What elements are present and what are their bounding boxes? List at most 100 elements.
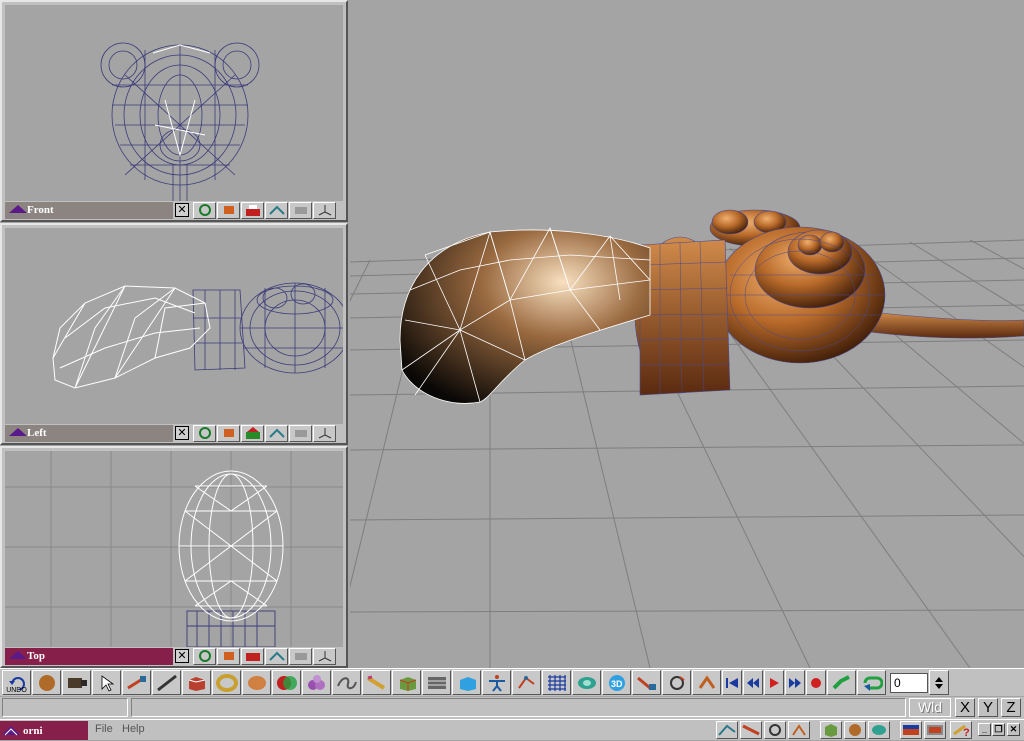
left-viewport-pane: Left ✕ [0, 223, 348, 445]
status-field-main [131, 698, 906, 717]
viewport-logo-icon [9, 428, 27, 436]
blob-icon[interactable] [302, 670, 331, 695]
render-icon[interactable] [572, 670, 601, 695]
taskbar-tool-3-icon[interactable] [764, 721, 786, 739]
taskbar-cube-icon[interactable] [820, 721, 842, 739]
top-wireframe [5, 451, 343, 647]
view-home-icon[interactable] [241, 424, 264, 442]
close-button[interactable]: ✕ [1007, 723, 1020, 736]
bone-icon[interactable] [512, 670, 541, 695]
status-row: Wld X Y Z [0, 697, 1024, 719]
scale-icon[interactable] [632, 670, 661, 695]
rewind-icon[interactable] [722, 670, 742, 695]
select-arrow-icon[interactable] [92, 670, 121, 695]
frame-number-input[interactable]: 0 [890, 672, 928, 693]
torus-icon[interactable] [212, 670, 241, 695]
undo-label: UNDO [6, 687, 27, 694]
app-name: orni [23, 724, 43, 737]
axis-y-button[interactable]: Y [978, 698, 998, 717]
view-zoom-icon[interactable] [289, 647, 312, 665]
transform-icon[interactable] [692, 670, 721, 695]
egg-icon[interactable] [242, 670, 271, 695]
taskbar-tool-1-icon[interactable] [716, 721, 738, 739]
perspective-viewport[interactable] [350, 0, 1024, 668]
coordinate-space-button[interactable]: Wld [909, 698, 951, 717]
rotate-icon[interactable] [662, 670, 691, 695]
curve-icon[interactable] [332, 670, 361, 695]
view-home-icon[interactable] [241, 647, 264, 665]
svg-text:?: ? [963, 727, 970, 738]
view-pan-icon[interactable] [217, 424, 240, 442]
top-viewport-pane: Top ✕ [0, 446, 348, 668]
main-toolbar: UNDO 3D 0 [0, 668, 1024, 696]
taskbar: orni File Help ? _ ❐ ✕ [0, 719, 1024, 740]
front-wireframe [100, 42, 260, 201]
viewport-logo-icon [9, 205, 27, 213]
taskbar-sphere-icon[interactable] [844, 721, 866, 739]
top-close-button[interactable]: ✕ [175, 649, 189, 663]
view-axis-icon[interactable] [313, 424, 336, 442]
view-axis-icon[interactable] [313, 201, 336, 219]
taskbar-panel-2-icon[interactable] [924, 721, 946, 739]
play-icon[interactable] [764, 670, 784, 695]
left-viewport-titlebar[interactable]: Left ✕ [5, 424, 343, 442]
boolean-icon[interactable] [272, 670, 301, 695]
record-icon[interactable] [806, 670, 826, 695]
taskbar-render-icon[interactable] [868, 721, 890, 739]
camera-icon[interactable] [62, 670, 91, 695]
spinner-icon[interactable] [929, 670, 949, 695]
cube-icon[interactable] [392, 670, 421, 695]
view-zoom-icon[interactable] [289, 201, 312, 219]
view-home-icon[interactable] [241, 201, 264, 219]
left-viewport[interactable] [5, 228, 343, 424]
top-viewport-titlebar[interactable]: Top ✕ [5, 647, 343, 665]
axis-x-button[interactable]: X [955, 698, 975, 717]
axis-z-button[interactable]: Z [1001, 698, 1021, 717]
front-viewport[interactable] [5, 5, 343, 201]
loop-icon[interactable] [857, 670, 886, 695]
minimize-button[interactable]: _ [978, 723, 991, 736]
menu-help[interactable]: Help [122, 723, 145, 735]
grid-panel-icon[interactable] [422, 670, 451, 695]
box-primitive-icon[interactable] [182, 670, 211, 695]
step-forward-icon[interactable] [785, 670, 805, 695]
3d-icon[interactable]: 3D [602, 670, 631, 695]
menu-file[interactable]: File [95, 723, 113, 735]
view-fit-icon[interactable] [265, 424, 288, 442]
view-zoom-icon[interactable] [289, 424, 312, 442]
left-wireframe [52, 282, 343, 389]
top-viewport[interactable] [5, 451, 343, 647]
front-viewport-pane: Front ✕ [0, 0, 348, 222]
top-viewport-label: Top [27, 650, 45, 662]
figure-icon[interactable] [482, 670, 511, 695]
cyan-box-icon[interactable] [452, 670, 481, 695]
line-tool-icon[interactable] [152, 670, 181, 695]
grid-icon[interactable] [542, 670, 571, 695]
pencil-icon[interactable] [362, 670, 391, 695]
left-close-button[interactable]: ✕ [175, 426, 189, 440]
view-rotate-icon[interactable] [193, 201, 216, 219]
sphere-icon[interactable] [32, 670, 61, 695]
step-back-icon[interactable] [743, 670, 763, 695]
taskbar-tool-4-icon[interactable] [788, 721, 810, 739]
view-fit-icon[interactable] [265, 647, 288, 665]
left-viewport-label: Left [27, 427, 47, 439]
front-viewport-titlebar[interactable]: Front ✕ [5, 201, 343, 219]
taskbar-panel-1-icon[interactable] [900, 721, 922, 739]
view-axis-icon[interactable] [313, 647, 336, 665]
app-tab[interactable]: orni [0, 721, 88, 740]
restore-button[interactable]: ❐ [992, 723, 1005, 736]
view-rotate-icon[interactable] [193, 424, 216, 442]
view-pan-icon[interactable] [217, 647, 240, 665]
front-close-button[interactable]: ✕ [175, 203, 189, 217]
taskbar-help-icon[interactable]: ? [950, 721, 972, 739]
undo-button[interactable]: UNDO [2, 670, 31, 695]
taskbar-tool-2-icon[interactable] [740, 721, 762, 739]
view-rotate-icon[interactable] [193, 647, 216, 665]
move-icon[interactable] [122, 670, 151, 695]
key-icon[interactable] [827, 670, 856, 695]
view-fit-icon[interactable] [265, 201, 288, 219]
svg-text:3D: 3D [611, 679, 623, 689]
view-pan-icon[interactable] [217, 201, 240, 219]
front-viewport-label: Front [27, 204, 54, 216]
